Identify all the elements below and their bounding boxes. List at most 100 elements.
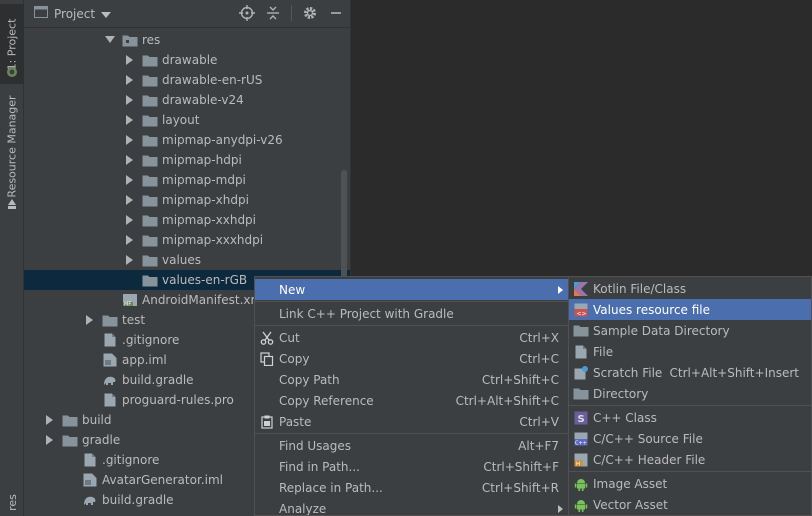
folder-icon — [142, 193, 158, 207]
project-view-selector[interactable]: Project — [34, 6, 112, 21]
collapse-all-icon[interactable] — [265, 5, 281, 21]
tree-row-label: AvatarGenerator.iml — [102, 473, 223, 487]
tree-row-label: res — [142, 33, 161, 47]
chevron-right-icon[interactable] — [124, 254, 136, 266]
menu-item-label: New — [279, 282, 306, 297]
tree-row[interactable]: values — [24, 250, 350, 270]
submenu-item-image-asset[interactable]: Image Asset — [569, 473, 811, 494]
tree-row[interactable]: layout — [24, 110, 350, 130]
tree-row[interactable]: drawable-en-rUS — [24, 70, 350, 90]
chevron-right-icon[interactable] — [124, 94, 136, 106]
tree-row-label: values-en-rGB — [162, 273, 248, 287]
menu-separator — [255, 301, 569, 302]
submenu-item-c-c-header-file[interactable]: H C/C++ Header File — [569, 449, 811, 470]
tree-row-label: mipmap-xxhdpi — [162, 213, 257, 227]
tree-row[interactable]: mipmap-hdpi — [24, 150, 350, 170]
folder-icon — [142, 253, 158, 267]
tree-row[interactable]: mipmap-mdpi — [24, 170, 350, 190]
tree-scrollbar[interactable] — [341, 170, 347, 280]
submenu-item-directory[interactable]: Directory — [569, 383, 811, 404]
chevron-right-icon[interactable] — [44, 414, 56, 426]
svg-text:<>: <> — [577, 310, 587, 317]
tree-row[interactable]: mipmap-xhdpi — [24, 190, 350, 210]
submenu-item-file[interactable]: File — [569, 341, 811, 362]
chevron-right-icon[interactable] — [124, 74, 136, 86]
chevron-right-icon[interactable] — [124, 194, 136, 206]
folder-icon — [142, 213, 158, 227]
submenu-item-vector-asset[interactable]: Vector Asset — [569, 494, 811, 515]
menu-item-cut[interactable]: Cut Ctrl+X — [255, 327, 569, 348]
resource-manager-icon — [6, 198, 18, 210]
tree-row[interactable]: drawable — [24, 50, 350, 70]
tree-row-label: .gitignore — [122, 333, 180, 347]
menu-separator — [255, 325, 569, 326]
folder-icon — [142, 273, 158, 287]
menu-item-copy-reference[interactable]: Copy Reference Ctrl+Alt+Shift+C — [255, 390, 569, 411]
tree-row-label: .gitignore — [102, 453, 160, 467]
submenu-item-label: File — [593, 344, 614, 359]
chevron-right-icon[interactable] — [124, 234, 136, 246]
menu-item-label: Paste — [279, 414, 312, 429]
tree-row-label: layout — [162, 113, 200, 127]
menu-item-replace-in-path[interactable]: Replace in Path... Ctrl+Shift+R — [255, 477, 569, 498]
gradle-icon — [102, 373, 118, 387]
chevron-right-icon[interactable] — [84, 314, 96, 326]
new-submenu: Kotlin File/Class <> Values resource file S… — [568, 276, 812, 516]
chevron-right-icon[interactable] — [124, 134, 136, 146]
cpp-class-icon: S — [573, 410, 589, 426]
menu-item-copy-path[interactable]: Copy Path Ctrl+Shift+C — [255, 369, 569, 390]
submenu-item-c-c-source-file[interactable]: C++ C/C++ Source File — [569, 428, 811, 449]
locate-icon[interactable] — [239, 5, 255, 21]
folder-icon — [142, 173, 158, 187]
submenu-arrow-icon — [558, 504, 563, 513]
tab-resource-manager[interactable]: Resource Manager — [0, 94, 24, 198]
tab-bottom[interactable]: res — [0, 488, 24, 516]
chevron-right-icon[interactable] — [124, 54, 136, 66]
menu-item-find-in-path[interactable]: Find in Path... Ctrl+Shift+F — [255, 456, 569, 477]
menu-item-label: Cut — [279, 330, 300, 345]
submenu-item-c-class[interactable]: S C++ Class — [569, 407, 811, 428]
submenu-item-label: Image Asset — [593, 476, 668, 491]
submenu-item-sample-data-directory[interactable]: Sample Data Directory — [569, 320, 811, 341]
menu-item-link-c-project-with-gradle[interactable]: Link C++ Project with Gradle — [255, 303, 569, 324]
tree-row-label: mipmap-xxxhdpi — [162, 233, 264, 247]
menu-item-paste[interactable]: Paste Ctrl+V — [255, 411, 569, 432]
manifest-icon: MF — [122, 293, 138, 307]
tab-resource-manager-label: Resource Manager — [5, 94, 19, 198]
scratch-file-icon — [573, 365, 589, 381]
tree-row[interactable]: mipmap-xxhdpi — [24, 210, 350, 230]
chevron-right-icon[interactable] — [124, 154, 136, 166]
chevron-right-icon[interactable] — [124, 174, 136, 186]
tree-row[interactable]: drawable-v24 — [24, 90, 350, 110]
chevron-right-icon[interactable] — [124, 114, 136, 126]
menu-item-copy[interactable]: Copy Ctrl+C — [255, 348, 569, 369]
tool-window-strip: 1: Project Resource Manager res — [0, 0, 24, 516]
gear-icon[interactable] — [302, 5, 318, 21]
folder-icon — [142, 133, 158, 147]
folder-icon — [62, 433, 78, 447]
chevron-right-icon[interactable] — [124, 214, 136, 226]
menu-item-find-usages[interactable]: Find Usages Alt+F7 — [255, 435, 569, 456]
submenu-item-kotlin-file-class[interactable]: Kotlin File/Class — [569, 278, 811, 299]
submenu-item-scratch-file[interactable]: Scratch File Ctrl+Alt+Shift+Insert — [569, 362, 811, 383]
folder-icon — [142, 53, 158, 67]
menu-item-label: Link C++ Project with Gradle — [279, 306, 454, 321]
android-icon — [573, 476, 589, 492]
project-panel-header: Project — [24, 0, 350, 28]
toolbar-divider — [291, 5, 292, 21]
submenu-item-values-resource-file[interactable]: <> Values resource file — [569, 299, 811, 320]
tree-row[interactable]: mipmap-anydpi-v26 — [24, 130, 350, 150]
tree-row[interactable]: mipmap-xxxhdpi — [24, 230, 350, 250]
menu-item-new[interactable]: New — [255, 279, 569, 300]
tree-row-label: drawable — [162, 53, 218, 67]
minimize-icon[interactable] — [328, 5, 344, 21]
menu-item-shortcut: Ctrl+X — [519, 330, 559, 345]
chevron-right-icon[interactable] — [44, 434, 56, 446]
tree-row[interactable]: res — [24, 30, 350, 50]
submenu-item-label: C/C++ Header File — [593, 452, 706, 467]
chevron-down-icon[interactable] — [104, 34, 116, 46]
menu-item-analyze[interactable]: Analyze — [255, 498, 569, 515]
